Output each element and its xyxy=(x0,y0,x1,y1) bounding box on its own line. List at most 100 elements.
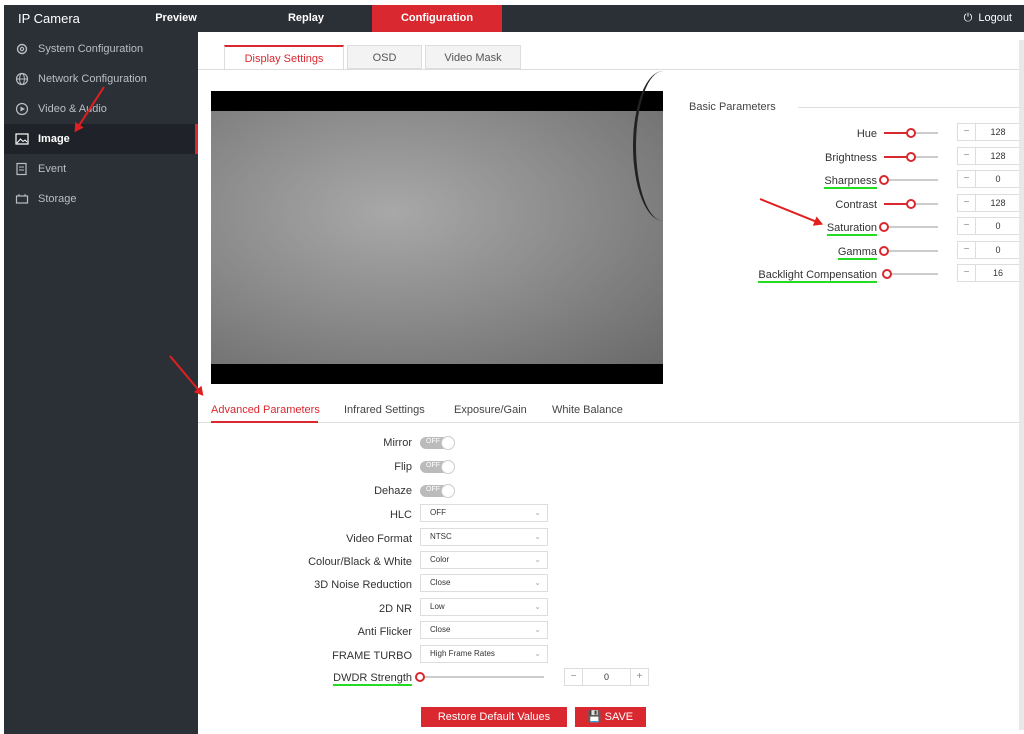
setting-dropdown[interactable]: Close ⌄ xyxy=(420,621,548,639)
param-stepper[interactable]: −128 xyxy=(957,123,1021,141)
slider-knob[interactable] xyxy=(879,246,889,256)
chevron-down-icon: ⌄ xyxy=(534,508,541,517)
slider-knob[interactable] xyxy=(882,269,893,279)
param-stepper[interactable]: −0 xyxy=(957,170,1021,188)
setting-dropdown[interactable]: Low ⌄ xyxy=(420,598,548,616)
slider-knob[interactable] xyxy=(879,175,889,185)
param-stepper[interactable]: −128 xyxy=(957,147,1021,165)
plus-icon[interactable]: + xyxy=(630,669,648,685)
image-icon xyxy=(15,133,29,145)
dwdr-strength-knob[interactable] xyxy=(415,672,425,682)
sidebar-item-system-configuration[interactable]: System Configuration xyxy=(4,34,198,64)
subtab-divider xyxy=(198,422,1024,423)
sidebar-item-image[interactable]: Image xyxy=(4,124,198,154)
param-label-text: Brightness xyxy=(825,152,877,164)
subtab-active-indicator xyxy=(211,421,318,423)
preview-image xyxy=(211,111,663,364)
subtab-infrared-settings[interactable]: Infrared Settings xyxy=(344,404,425,416)
dwdr-strength-stepper[interactable]: − 0 + xyxy=(564,668,649,686)
param-value[interactable]: 128 xyxy=(976,148,1020,164)
subtab-advanced-parameters[interactable]: Advanced Parameters xyxy=(211,404,320,416)
dehaze-label: Dehaze xyxy=(374,485,412,497)
sidebar: System Configuration Network Configurati… xyxy=(4,32,198,734)
param-value[interactable]: 128 xyxy=(976,195,1020,211)
mirror-toggle[interactable]: OFF xyxy=(420,436,455,450)
param-stepper[interactable]: −128 xyxy=(957,194,1021,212)
sidebar-item-video-audio[interactable]: Video & Audio xyxy=(4,94,198,124)
param-value[interactable]: 16 xyxy=(976,265,1020,281)
param-slider[interactable] xyxy=(884,273,938,275)
dropdown-value: Low xyxy=(430,602,445,611)
param-label-text: Gamma xyxy=(837,246,877,260)
param-stepper[interactable]: −0 xyxy=(957,217,1021,235)
param-stepper[interactable]: −16 xyxy=(957,264,1021,282)
setting-label: 3D Noise Reduction xyxy=(314,579,412,591)
minus-icon[interactable]: − xyxy=(958,148,976,164)
param-slider[interactable] xyxy=(884,179,938,181)
save-label: SAVE xyxy=(604,711,634,723)
param-label-text: Sharpness xyxy=(824,175,877,189)
dropdown-value: Close xyxy=(430,625,451,634)
param-value[interactable]: 0 xyxy=(976,242,1020,258)
minus-icon[interactable]: − xyxy=(958,242,976,258)
dwdr-strength-text: DWDR Strength xyxy=(333,672,412,686)
param-value[interactable]: 0 xyxy=(976,218,1020,234)
param-slider[interactable] xyxy=(884,226,938,228)
chevron-down-icon: ⌄ xyxy=(534,532,541,541)
minus-icon[interactable]: − xyxy=(958,171,976,187)
subtab-exposure-gain[interactable]: Exposure/Gain xyxy=(454,404,527,416)
nav-configuration[interactable]: Configuration xyxy=(372,5,502,32)
param-value[interactable]: 128 xyxy=(976,124,1020,140)
param-label: Gamma xyxy=(677,246,877,260)
toggle-state: OFF xyxy=(426,438,440,445)
param-stepper[interactable]: −0 xyxy=(957,241,1021,259)
setting-dropdown[interactable]: NTSC ⌄ xyxy=(420,528,548,546)
minus-icon[interactable]: − xyxy=(958,124,976,140)
dwdr-strength-value[interactable]: 0 xyxy=(583,669,630,685)
slider-knob[interactable] xyxy=(906,152,916,162)
dwdr-strength-slider[interactable] xyxy=(420,676,544,678)
video-icon xyxy=(15,102,29,116)
chevron-down-icon: ⌄ xyxy=(534,555,541,564)
section-divider xyxy=(798,107,1024,108)
minus-icon[interactable]: − xyxy=(958,195,976,211)
setting-dropdown[interactable]: OFF ⌄ xyxy=(420,504,548,522)
slider-knob[interactable] xyxy=(879,222,889,232)
flip-toggle[interactable]: OFF xyxy=(420,460,455,474)
tab-osd[interactable]: OSD xyxy=(347,45,422,69)
tab-display-settings[interactable]: Display Settings xyxy=(224,45,344,69)
param-value[interactable]: 0 xyxy=(976,171,1020,187)
sidebar-item-label: System Configuration xyxy=(38,43,144,55)
save-button[interactable]: 💾 SAVE xyxy=(575,707,646,727)
toggle-state: OFF xyxy=(426,462,440,469)
scrollbar[interactable] xyxy=(1019,40,1024,730)
param-slider[interactable] xyxy=(884,250,938,252)
app-title: IP Camera xyxy=(18,11,80,26)
logout-button[interactable]: ⏻ Logout xyxy=(964,12,1012,25)
setting-dropdown[interactable]: High Frame Rates ⌄ xyxy=(420,645,548,663)
mirror-label: Mirror xyxy=(383,437,412,449)
toggle-knob xyxy=(441,436,455,450)
slider-knob[interactable] xyxy=(906,199,916,209)
nav-replay[interactable]: Replay xyxy=(256,5,356,32)
minus-icon[interactable]: − xyxy=(958,218,976,234)
dropdown-value: NTSC xyxy=(430,532,452,541)
sidebar-item-event[interactable]: Event xyxy=(4,154,198,184)
setting-dropdown[interactable]: Color ⌄ xyxy=(420,551,548,569)
dehaze-toggle[interactable]: OFF xyxy=(420,484,455,498)
minus-icon[interactable]: − xyxy=(958,265,976,281)
param-label: Saturation xyxy=(677,222,877,236)
setting-dropdown[interactable]: Close ⌄ xyxy=(420,574,548,592)
subtab-white-balance[interactable]: White Balance xyxy=(552,404,623,416)
tab-video-mask[interactable]: Video Mask xyxy=(425,45,521,69)
slider-knob[interactable] xyxy=(906,128,916,138)
globe-icon xyxy=(15,72,29,86)
param-label: Sharpness xyxy=(677,175,877,189)
minus-icon[interactable]: − xyxy=(565,669,583,685)
toggle-state: OFF xyxy=(426,486,440,493)
param-label-text: Hue xyxy=(856,128,877,140)
sidebar-item-storage[interactable]: Storage xyxy=(4,184,198,214)
nav-preview[interactable]: Preview xyxy=(126,5,226,32)
restore-defaults-button[interactable]: Restore Default Values xyxy=(421,707,567,727)
toggle-knob xyxy=(441,484,455,498)
